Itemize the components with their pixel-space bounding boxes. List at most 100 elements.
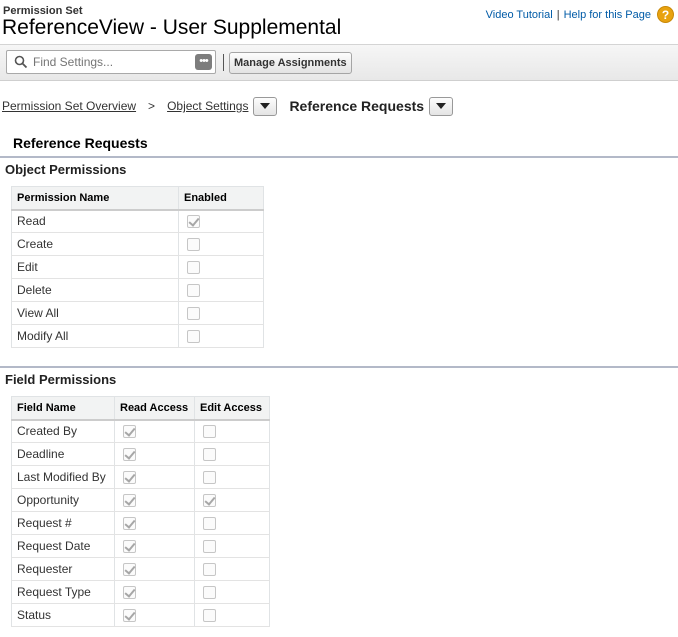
row-label: View All [11, 301, 179, 325]
edit-access-checkbox[interactable] [203, 539, 216, 553]
breadcrumb-overview-link[interactable]: Permission Set Overview [2, 99, 136, 113]
column-header: Enabled [178, 186, 264, 211]
checkbox-cell [194, 534, 270, 558]
enabled-checkbox[interactable] [187, 329, 200, 343]
checkbox-cell [194, 557, 270, 581]
row-label: Modify All [11, 324, 179, 348]
read-access-checkbox[interactable] [123, 516, 136, 530]
checkbox-cell [114, 442, 195, 466]
table-row: Last Modified By [11, 465, 270, 489]
edit-access-checkbox[interactable] [203, 516, 216, 530]
read-access-checkbox[interactable] [123, 562, 136, 576]
read-access-checkbox[interactable] [123, 539, 136, 553]
field-permissions-rows: Created By Deadline Last Modified By Opport… [11, 419, 270, 627]
enabled-checkbox[interactable] [187, 306, 200, 320]
checkbox-cell [114, 419, 195, 443]
row-label: Edit [11, 255, 179, 279]
edit-access-checkbox[interactable] [203, 493, 216, 507]
clear-search-icon[interactable]: ••• [195, 54, 212, 70]
checkbox-cell [114, 580, 195, 604]
row-label: Status [11, 603, 115, 627]
field-permissions-table: Field Name Read Access Edit Access Creat… [11, 396, 270, 627]
read-access-checkbox[interactable] [123, 493, 136, 507]
checkbox-cell [194, 580, 270, 604]
checkbox-cell [194, 488, 270, 512]
chevron-down-icon [260, 103, 271, 109]
current-object-dropdown-button[interactable] [429, 96, 454, 116]
enabled-checkbox[interactable] [187, 214, 200, 228]
table-row: Request Type [11, 580, 270, 604]
table-row: Request # [11, 511, 270, 535]
checkbox-cell [114, 465, 195, 489]
read-access-checkbox[interactable] [123, 585, 136, 599]
help-page-link[interactable]: Help for this Page [564, 9, 651, 21]
checkbox-cell [178, 209, 264, 233]
object-permissions-title: Object Permissions [5, 162, 127, 177]
table-row: Delete [11, 278, 264, 302]
enabled-checkbox[interactable] [187, 283, 200, 297]
column-header: Field Name [11, 396, 115, 421]
object-permissions-rows: Read Create Edit Delete View All Modify All [11, 209, 264, 348]
table-row: Requester [11, 557, 270, 581]
table-row: Edit [11, 255, 264, 279]
video-tutorial-link[interactable]: Video Tutorial [486, 9, 553, 21]
row-label: Last Modified By [11, 465, 115, 489]
row-label: Request # [11, 511, 115, 535]
table-row: Deadline [11, 442, 270, 466]
manage-assignments-button[interactable]: Manage Assignments [229, 52, 352, 74]
read-access-checkbox[interactable] [123, 447, 136, 461]
breadcrumb-object-settings-link[interactable]: Object Settings [167, 99, 248, 113]
row-label: Deadline [11, 442, 115, 466]
search-icon [11, 52, 31, 72]
toolbar-divider [223, 54, 224, 71]
row-label: Requester [11, 557, 115, 581]
read-access-checkbox[interactable] [123, 470, 136, 484]
table-row: View All [11, 301, 264, 325]
checkbox-cell [178, 255, 264, 279]
read-access-checkbox[interactable] [123, 424, 136, 438]
edit-access-checkbox[interactable] [203, 424, 216, 438]
row-label: Request Type [11, 580, 115, 604]
breadcrumb-current: Reference Requests [289, 98, 425, 114]
table-row: Request Date [11, 534, 270, 558]
breadcrumb: Permission Set Overview > Object Setting… [2, 96, 454, 116]
row-label: Created By [11, 419, 115, 443]
object-settings-dropdown-button[interactable] [253, 96, 278, 116]
help-links: Video Tutorial | Help for this Page ? [486, 6, 674, 23]
table-row: Create [11, 232, 264, 256]
checkbox-cell [114, 488, 195, 512]
read-access-checkbox[interactable] [123, 608, 136, 622]
column-header: Edit Access [194, 396, 270, 421]
column-header: Read Access [114, 396, 195, 421]
settings-toolbar: ••• Manage Assignments [0, 44, 678, 81]
table-row: Status [11, 603, 270, 627]
checkbox-cell [178, 301, 264, 325]
edit-access-checkbox[interactable] [203, 585, 216, 599]
object-heading: Reference Requests [13, 135, 148, 151]
enabled-checkbox[interactable] [187, 260, 200, 274]
section-divider [0, 156, 678, 158]
edit-access-checkbox[interactable] [203, 470, 216, 484]
find-settings-input[interactable] [31, 55, 191, 69]
edit-access-checkbox[interactable] [203, 608, 216, 622]
row-label: Request Date [11, 534, 115, 558]
search-box: ••• [6, 50, 216, 74]
checkbox-cell [114, 511, 195, 535]
row-label: Read [11, 209, 179, 233]
checkbox-cell [194, 465, 270, 489]
edit-access-checkbox[interactable] [203, 447, 216, 461]
field-permissions-title: Field Permissions [5, 372, 117, 387]
edit-access-checkbox[interactable] [203, 562, 216, 576]
checkbox-cell [178, 278, 264, 302]
question-icon[interactable]: ? [657, 6, 674, 23]
checkbox-cell [194, 442, 270, 466]
checkbox-cell [178, 324, 264, 348]
section-divider [0, 366, 678, 368]
chevron-down-icon [436, 103, 447, 109]
row-label: Create [11, 232, 179, 256]
table-row: Modify All [11, 324, 264, 348]
checkbox-cell [194, 511, 270, 535]
enabled-checkbox[interactable] [187, 237, 200, 251]
page-header: Permission Set ReferenceView - User Supp… [0, 0, 678, 44]
table-row: Read [11, 209, 264, 233]
